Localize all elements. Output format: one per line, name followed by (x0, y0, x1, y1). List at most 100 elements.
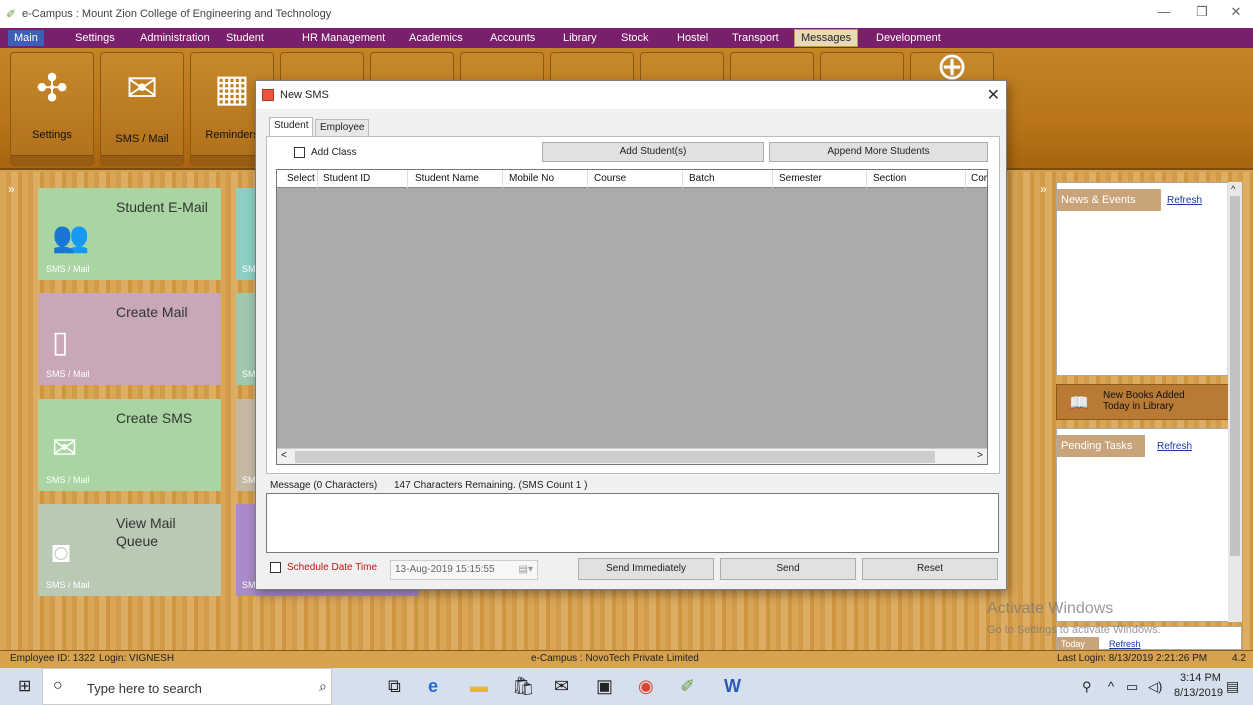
scroll-up-icon[interactable]: ^ (1231, 184, 1235, 194)
ribbon-settings-label: Settings (32, 129, 72, 141)
grid-horizontal-scrollbar[interactable]: < > (277, 448, 987, 464)
tab-employee[interactable]: Employee (315, 119, 370, 137)
notifications-icon[interactable]: ▤ (1226, 678, 1239, 695)
menu-administration[interactable]: Administration (134, 30, 216, 46)
edge-icon[interactable]: e (428, 676, 438, 697)
col-course[interactable]: Course (594, 173, 626, 184)
store-icon[interactable]: 🛍 (512, 676, 535, 697)
chrome-icon[interactable]: ◉ (638, 676, 654, 697)
message-textarea[interactable] (266, 493, 999, 553)
menu-development[interactable]: Development (870, 30, 947, 46)
today-refresh-link[interactable]: Refresh (1109, 639, 1141, 649)
status-bar: Employee ID: 1322 Login: VIGNESH e-Campu… (0, 650, 1253, 668)
tray-chevron-icon[interactable]: ^ (1108, 679, 1114, 694)
status-employee: Employee ID: 1322 (10, 653, 96, 664)
add-students-button[interactable]: Add Student(s) (542, 142, 764, 162)
menu-main[interactable]: Main (8, 30, 44, 46)
ribbon-bar (101, 155, 183, 165)
menu-library[interactable]: Library (557, 30, 603, 46)
menu-academics[interactable]: Academics (403, 30, 469, 46)
menu-bar: Main Settings Administration Student HR … (0, 28, 1253, 48)
scroll-right-icon[interactable]: > (977, 450, 983, 461)
mail-icon[interactable]: ✉ (554, 676, 569, 697)
checkbox-box[interactable] (294, 147, 305, 158)
tile-caption: SM (242, 475, 256, 485)
calendar-dropdown-icon[interactable]: ▤▾ (519, 561, 533, 579)
expand-right-icon[interactable]: » (1040, 182, 1047, 196)
schedule-datetime-picker[interactable]: 13-Aug-2019 15:15:55 ▤▾ (390, 560, 538, 580)
menu-settings[interactable]: Settings (69, 30, 121, 46)
task-view-icon[interactable]: ⧉ (388, 676, 401, 697)
people-icon[interactable]: ⚲ (1082, 679, 1092, 695)
schedule-checkbox[interactable]: Schedule Date Time (270, 562, 377, 573)
network-icon[interactable]: ▭ (1126, 679, 1138, 695)
tile-hidden[interactable]: SM (236, 293, 256, 385)
tile-view-mail-queue[interactable]: ◙ View Mail Queue SMS / Mail (38, 504, 221, 596)
windows-start-icon[interactable]: ⊞ (18, 676, 31, 696)
send-immediately-button[interactable]: Send Immediately (578, 558, 714, 580)
scroll-thumb[interactable] (295, 451, 935, 463)
tile-hidden[interactable]: SM (236, 188, 256, 280)
tile-create-mail[interactable]: ▯ Create Mail SMS / Mail (38, 293, 221, 385)
tile-caption: SM (242, 580, 256, 590)
send-button[interactable]: Send (720, 558, 856, 580)
col-section[interactable]: Section (873, 173, 906, 184)
maximize-button[interactable]: ❐ (1187, 4, 1217, 24)
app-icon[interactable]: ▣ (596, 676, 613, 697)
scroll-thumb[interactable] (1230, 196, 1240, 556)
pending-tasks-panel: Pending Tasks Refresh (1056, 428, 1242, 622)
tab-student[interactable]: Student (269, 117, 314, 137)
menu-hr-management[interactable]: HR Management (296, 30, 391, 46)
col-mobile-no[interactable]: Mobile No (509, 173, 554, 184)
today-title: Today (1057, 637, 1099, 651)
ecampus-icon[interactable]: ✐ (680, 676, 695, 697)
ribbon-settings-button[interactable]: ✣ Settings (10, 52, 94, 166)
col-select[interactable]: Select (287, 173, 315, 184)
expand-left-icon[interactable]: » (8, 182, 15, 196)
menu-accounts[interactable]: Accounts (484, 30, 541, 46)
file-explorer-icon[interactable]: ▬ (470, 676, 488, 697)
status-last-login: Last Login: 8/13/2019 2:21:26 PM (1057, 653, 1208, 664)
append-students-button[interactable]: Append More Students (769, 142, 988, 162)
taskbar-search-box[interactable]: ○ Type here to search ⌕ (42, 668, 332, 705)
volume-icon[interactable]: ◁) (1148, 679, 1162, 695)
col-student-name[interactable]: Student Name (415, 173, 479, 184)
tile-caption: SMS / Mail (46, 264, 90, 274)
menu-transport[interactable]: Transport (726, 30, 785, 46)
col-cor[interactable]: Cor (971, 173, 987, 184)
window-title: e-Campus : Mount Zion College of Enginee… (22, 8, 332, 20)
col-separator (866, 170, 867, 188)
word-icon[interactable]: W (724, 676, 741, 697)
tile-caption: SM (242, 264, 256, 274)
tile-title: View Mail Queue (116, 515, 176, 549)
clock-date[interactable]: 8/13/2019 (1174, 687, 1223, 699)
dialog-close-icon[interactable]: ✕ (987, 85, 1000, 105)
col-batch[interactable]: Batch (689, 173, 715, 184)
menu-stock[interactable]: Stock (615, 30, 655, 46)
students-grid[interactable]: Select Student ID Student Name Mobile No… (276, 169, 988, 465)
col-separator (772, 170, 773, 188)
col-semester[interactable]: Semester (779, 173, 822, 184)
checkbox-box[interactable] (270, 562, 281, 573)
col-separator (682, 170, 683, 188)
dialog-titlebar: New SMS ✕ (256, 81, 1006, 109)
menu-hostel[interactable]: Hostel (671, 30, 714, 46)
microphone-icon[interactable]: ⌕ (319, 678, 327, 695)
news-refresh-link[interactable]: Refresh (1167, 195, 1202, 206)
reset-button[interactable]: Reset (862, 558, 998, 580)
ribbon-sms-mail-button[interactable]: ✉ SMS / Mail (100, 52, 184, 166)
pending-refresh-link[interactable]: Refresh (1157, 441, 1192, 452)
tile-student-email[interactable]: 👥 Student E-Mail SMS / Mail (38, 188, 221, 280)
menu-student[interactable]: Student (220, 30, 270, 46)
tile-hidden[interactable]: SM (236, 399, 256, 491)
close-window-button[interactable]: ✕ (1221, 4, 1251, 24)
minimize-button[interactable]: — (1149, 4, 1179, 24)
new-books-panel[interactable]: 📖 New Books Added Today in Library 0 (1056, 384, 1242, 420)
tile-create-sms[interactable]: ✉ Create SMS SMS / Mail (38, 399, 221, 491)
scroll-left-icon[interactable]: < (281, 450, 287, 461)
add-class-checkbox[interactable]: Add Class (294, 147, 357, 158)
right-scrollbar[interactable]: ^ (1228, 182, 1242, 622)
menu-messages[interactable]: Messages (794, 29, 859, 47)
clock-time[interactable]: 3:14 PM (1180, 672, 1221, 684)
col-student-id[interactable]: Student ID (323, 173, 370, 184)
